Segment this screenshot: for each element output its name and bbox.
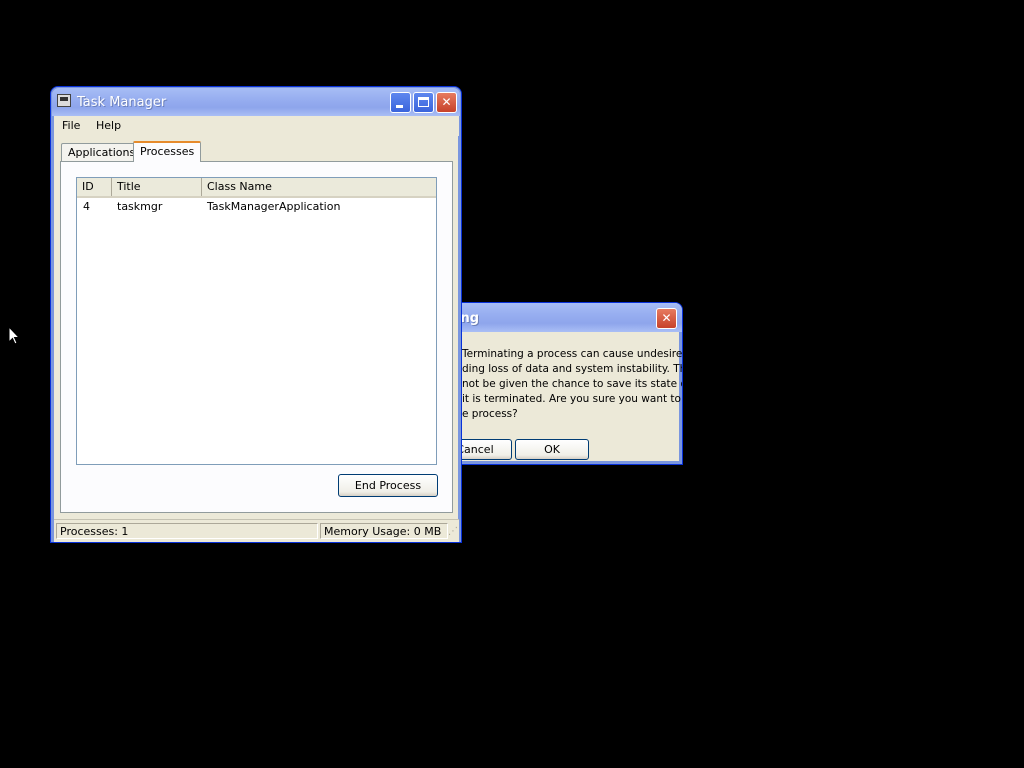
tab-applications[interactable]: Applications: [61, 143, 143, 162]
close-button[interactable]: ✕: [436, 92, 457, 113]
warning-message-line: not be given the chance to save its stat…: [462, 378, 683, 390]
warning-message-line: ding loss of data and system instability…: [462, 363, 683, 375]
end-process-button-label: End Process: [354, 479, 422, 492]
table-row[interactable]: 4 taskmgr TaskManagerApplication: [77, 198, 436, 215]
ok-button-label: OK: [544, 443, 560, 456]
column-header-id[interactable]: ID: [77, 178, 112, 196]
processes-tab-panel: ID Title Class Name 4 taskmgr TaskManage…: [60, 161, 453, 513]
task-manager-app-icon: [57, 94, 71, 107]
menu-help[interactable]: Help: [96, 119, 121, 132]
tab-processes[interactable]: Processes: [133, 141, 202, 162]
cell-title: taskmgr: [117, 200, 163, 213]
warning-dialog: ing ✕ Terminating a process can cause un…: [458, 302, 683, 465]
warning-close-button[interactable]: ✕: [656, 308, 677, 329]
end-process-button[interactable]: End Process: [338, 474, 438, 497]
status-memory-usage: Memory Usage: 0 MB: [320, 523, 448, 539]
close-icon: ✕: [441, 95, 452, 109]
cell-id: 4: [83, 200, 90, 213]
task-manager-titlebar[interactable]: Task Manager ✕: [52, 88, 460, 116]
window-title: Task Manager: [77, 95, 167, 110]
task-manager-window: Task Manager ✕ File Help Applications Pr…: [50, 86, 462, 543]
warning-dialog-titlebar[interactable]: ing ✕: [458, 303, 682, 332]
maximize-icon: [418, 97, 429, 107]
cancel-button[interactable]: Cancel: [458, 439, 512, 460]
column-header-title[interactable]: Title: [112, 178, 202, 196]
ok-button[interactable]: OK: [515, 439, 589, 460]
process-list-header: ID Title Class Name: [77, 178, 436, 198]
close-icon: ✕: [661, 311, 672, 325]
menu-bar: File Help: [54, 116, 459, 136]
minimize-button[interactable]: [390, 92, 411, 113]
minimize-icon: [396, 105, 403, 108]
warning-message: Terminating a process can cause undesire…: [462, 347, 683, 422]
mouse-cursor-icon: [8, 326, 20, 345]
cancel-button-label: Cancel: [458, 443, 494, 456]
tab-processes-label: Processes: [140, 145, 195, 158]
warning-message-line: Terminating a process can cause undesire…: [462, 348, 683, 360]
maximize-button[interactable]: [413, 92, 434, 113]
resize-grip-icon[interactable]: ⋰: [448, 527, 458, 537]
status-processes: Processes: 1: [56, 523, 318, 539]
column-header-class-name[interactable]: Class Name: [202, 178, 436, 196]
warning-message-line: it is terminated. Are you sure you want …: [462, 393, 681, 405]
warning-message-line: e process?: [462, 408, 518, 420]
cell-class-name: TaskManagerApplication: [207, 200, 341, 213]
status-bar: Processes: 1 Memory Usage: 0 MB ⋰: [54, 519, 459, 542]
tab-applications-label: Applications: [68, 146, 136, 159]
menu-file[interactable]: File: [62, 119, 80, 132]
process-list[interactable]: ID Title Class Name 4 taskmgr TaskManage…: [76, 177, 437, 465]
